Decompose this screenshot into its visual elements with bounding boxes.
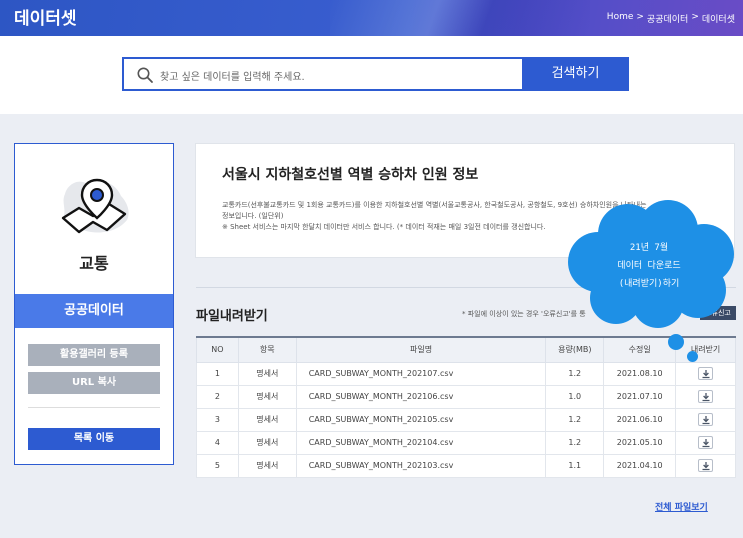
row-date: 2021.04.10: [603, 453, 677, 478]
row-type: 명세서: [237, 407, 297, 432]
table-row: 1 명세서 CARD_SUBWAY_MONTH_202107.csv 1.2 2…: [196, 361, 736, 386]
row-size: 1.2: [545, 361, 605, 386]
row-date: 2021.08.10: [603, 361, 677, 386]
row-number: 4: [196, 430, 239, 455]
download-icon[interactable]: [698, 436, 714, 449]
column-header: 파일명: [295, 336, 547, 363]
breadcrumb-dataset[interactable]: 데이터셋: [702, 12, 735, 25]
table-row: 3 명세서 CARD_SUBWAY_MONTH_202105.csv 1.2 2…: [196, 407, 736, 432]
search-button[interactable]: 검색하기: [522, 57, 629, 91]
section-label: 공공데이터: [15, 294, 173, 328]
table-row: 5 명세서 CARD_SUBWAY_MONTH_202103.csv 1.1 2…: [196, 453, 736, 478]
download-icon[interactable]: [698, 413, 714, 426]
column-header: NO: [196, 336, 239, 363]
search-placeholder: 찾고 싶은 데이터를 입력해 주세요.: [160, 72, 305, 83]
view-all-files-link[interactable]: 전체 파일보기: [655, 500, 708, 513]
page-header: 데이터셋 Home > 공공데이터 > 데이터셋: [0, 0, 743, 36]
row-number: 2: [196, 384, 239, 409]
row-size: 1.1: [545, 453, 605, 478]
row-type: 명세서: [237, 453, 297, 478]
column-header: 내려받기: [675, 336, 736, 363]
table-row: 4 명세서 CARD_SUBWAY_MONTH_202104.csv 1.2 2…: [196, 430, 736, 455]
column-header: 수정일: [603, 336, 677, 363]
search-icon: [137, 67, 153, 83]
category-name: 교통: [79, 254, 109, 273]
download-icon[interactable]: [698, 459, 714, 472]
search-section: 찾고 싶은 데이터를 입력해 주세요. 검색하기: [0, 36, 743, 114]
download-cell: [675, 453, 736, 478]
row-filename: CARD_SUBWAY_MONTH_202103.csv: [295, 453, 547, 478]
download-cell: [675, 430, 736, 455]
gallery-register-button[interactable]: 활용갤러리 등록: [28, 344, 160, 366]
breadcrumb: Home > 공공데이터 > 데이터셋: [607, 12, 735, 25]
row-number: 5: [196, 453, 239, 478]
annotation-line: 데이터 다운로드: [617, 261, 681, 271]
download-cell: [675, 384, 736, 409]
header-decoration: [330, 0, 590, 36]
row-number: 3: [196, 407, 239, 432]
download-icon[interactable]: [698, 367, 714, 380]
annotation-cloud: 21년 7월 데이터 다운로드 (내려받기)하기: [558, 200, 740, 330]
back-to-list-button[interactable]: 목록 이동: [28, 428, 160, 450]
category-card: 교통 공공데이터 활용갤러리 등록 URL 복사 목록 이동: [14, 143, 174, 465]
breadcrumb-separator: >: [691, 12, 699, 22]
row-size: 1.2: [545, 430, 605, 455]
column-header: 용량(MB): [545, 336, 605, 363]
row-type: 명세서: [237, 384, 297, 409]
table-header-row: NO 항목 파일명 용량(MB) 수정일 내려받기: [196, 336, 736, 363]
column-header: 항목: [237, 336, 297, 363]
breadcrumb-public-data[interactable]: 공공데이터: [647, 12, 688, 25]
annotation-line: 21년 7월: [629, 243, 669, 253]
download-cell: [675, 407, 736, 432]
dataset-title: 서울시 지하철호선별 역별 승하차 인원 정보: [222, 167, 479, 183]
url-copy-button[interactable]: URL 복사: [28, 372, 160, 394]
file-table: NO 항목 파일명 용량(MB) 수정일 내려받기 1 명세서 CARD_SUB…: [196, 336, 736, 478]
page-title: 데이터셋: [14, 9, 77, 29]
row-number: 1: [196, 361, 239, 386]
table-row: 2 명세서 CARD_SUBWAY_MONTH_202106.csv 1.0 2…: [196, 384, 736, 409]
annotation-line: (내려받기)하기: [618, 279, 680, 289]
row-size: 1.0: [545, 384, 605, 409]
map-pin-icon: [61, 178, 129, 234]
annotation-bubble: [668, 334, 684, 350]
row-date: 2021.06.10: [603, 407, 677, 432]
breadcrumb-separator: >: [636, 12, 644, 22]
row-date: 2021.07.10: [603, 384, 677, 409]
annotation-bubble: [687, 351, 698, 362]
download-cell: [675, 361, 736, 386]
row-size: 1.2: [545, 407, 605, 432]
row-date: 2021.05.10: [603, 430, 677, 455]
row-filename: CARD_SUBWAY_MONTH_202106.csv: [295, 384, 547, 409]
row-filename: CARD_SUBWAY_MONTH_202107.csv: [295, 361, 547, 386]
row-filename: CARD_SUBWAY_MONTH_202104.csv: [295, 430, 547, 455]
search-input[interactable]: 찾고 싶은 데이터를 입력해 주세요.: [122, 57, 522, 91]
download-section-title: 파일내려받기: [196, 309, 268, 324]
row-type: 명세서: [237, 430, 297, 455]
breadcrumb-home[interactable]: Home: [607, 12, 634, 25]
divider: [28, 407, 160, 408]
row-filename: CARD_SUBWAY_MONTH_202105.csv: [295, 407, 547, 432]
row-type: 명세서: [237, 361, 297, 386]
download-icon[interactable]: [698, 390, 714, 403]
